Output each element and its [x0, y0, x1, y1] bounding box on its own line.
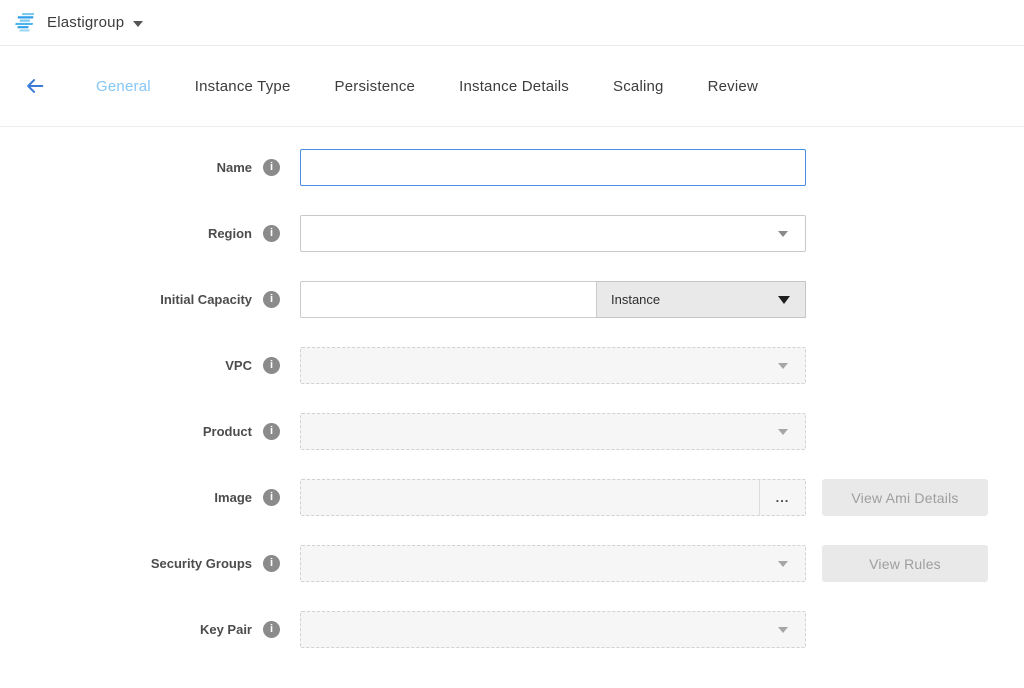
image-info-icon[interactable]: i: [263, 489, 280, 506]
vpc-label: VPC: [225, 358, 252, 373]
tab-instance-details[interactable]: Instance Details: [459, 78, 569, 95]
wizard-tab-bar: General Instance Type Persistence Instan…: [0, 46, 1024, 127]
tab-list: General Instance Type Persistence Instan…: [96, 78, 802, 95]
form-row-region: Region i: [0, 215, 1024, 252]
form-row-image: Image i ... View Ami Details: [0, 479, 1024, 516]
initial-capacity-info-icon[interactable]: i: [263, 291, 280, 308]
image-label: Image: [214, 490, 252, 505]
chevron-down-icon: [778, 561, 788, 567]
initial-capacity-label: Initial Capacity: [160, 292, 252, 307]
tab-instance-type[interactable]: Instance Type: [195, 78, 291, 95]
image-input[interactable]: ...: [300, 479, 806, 516]
elastigroup-logo-icon: [14, 13, 38, 33]
form-row-initial-capacity: Initial Capacity i Instance: [0, 281, 1024, 318]
region-select[interactable]: [300, 215, 806, 252]
tab-general[interactable]: General: [96, 78, 151, 95]
key-pair-info-icon[interactable]: i: [263, 621, 280, 638]
form-row-security-groups: Security Groups i View Rules: [0, 545, 1024, 582]
form-row-name: Name i: [0, 149, 1024, 186]
image-value: [301, 480, 759, 515]
security-groups-label: Security Groups: [151, 556, 252, 571]
app-switcher-caret-icon[interactable]: [133, 21, 143, 27]
name-info-icon[interactable]: i: [263, 159, 280, 176]
security-groups-info-icon[interactable]: i: [263, 555, 280, 572]
product-label: Product: [203, 424, 252, 439]
view-ami-details-button[interactable]: View Ami Details: [822, 479, 988, 516]
tab-scaling[interactable]: Scaling: [613, 78, 664, 95]
chevron-down-icon: [778, 363, 788, 369]
vpc-info-icon[interactable]: i: [263, 357, 280, 374]
view-rules-button[interactable]: View Rules: [822, 545, 988, 582]
chevron-down-icon: [778, 429, 788, 435]
name-input[interactable]: [300, 149, 806, 186]
tab-review[interactable]: Review: [708, 78, 758, 95]
product-select[interactable]: [300, 413, 806, 450]
chevron-down-icon: [778, 231, 788, 237]
vpc-select[interactable]: [300, 347, 806, 384]
initial-capacity-input[interactable]: [300, 281, 597, 318]
back-arrow-icon: [24, 75, 46, 97]
key-pair-select[interactable]: [300, 611, 806, 648]
security-groups-select[interactable]: [300, 545, 806, 582]
app-header: Elastigroup: [0, 0, 1024, 46]
product-info-icon[interactable]: i: [263, 423, 280, 440]
capacity-unit-value: Instance: [611, 292, 660, 307]
name-label: Name: [217, 160, 252, 175]
region-label: Region: [208, 226, 252, 241]
key-pair-label: Key Pair: [200, 622, 252, 637]
tab-persistence[interactable]: Persistence: [335, 78, 416, 95]
chevron-down-icon: [778, 627, 788, 633]
form-row-key-pair: Key Pair i: [0, 611, 1024, 648]
form-row-product: Product i: [0, 413, 1024, 450]
region-info-icon[interactable]: i: [263, 225, 280, 242]
form-row-vpc: VPC i: [0, 347, 1024, 384]
chevron-down-icon: [778, 296, 790, 304]
capacity-unit-select[interactable]: Instance: [597, 281, 806, 318]
browse-image-button[interactable]: ...: [759, 480, 805, 515]
general-settings-form: Name i Region i Initial Capacity i Insta…: [0, 127, 1024, 648]
app-title: Elastigroup: [47, 14, 124, 31]
back-arrow-button[interactable]: [22, 73, 48, 99]
